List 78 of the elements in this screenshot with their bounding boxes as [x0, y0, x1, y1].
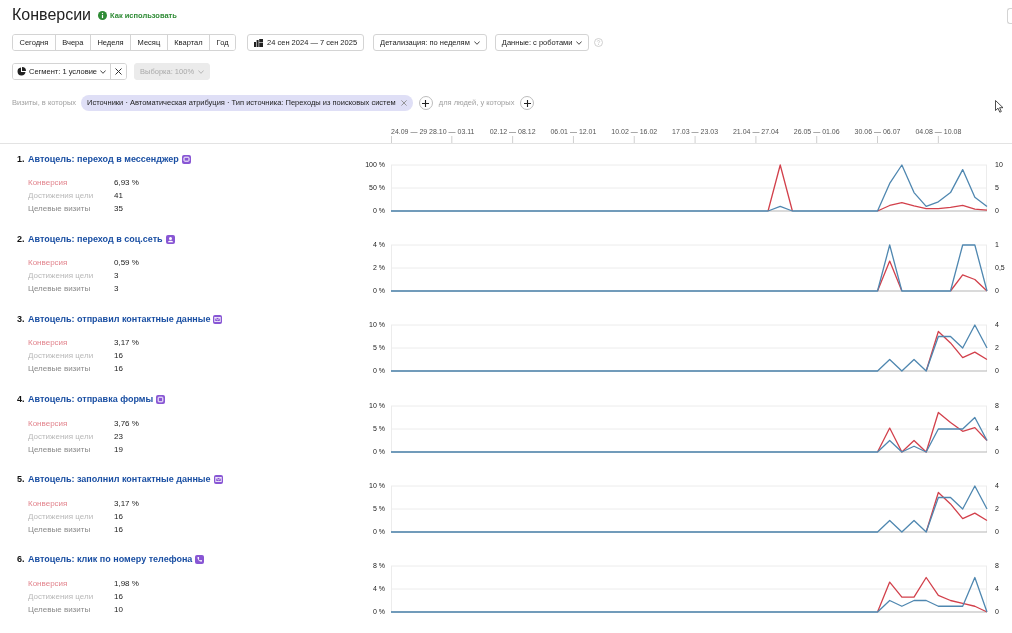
line-series — [390, 324, 988, 373]
goal-number: 5. — [17, 474, 26, 486]
line-series — [390, 164, 988, 212]
goal-number: 1. — [17, 153, 26, 165]
plus-icon — [523, 99, 531, 107]
stat-label: Конверсия — [28, 338, 69, 349]
line-series — [390, 576, 988, 613]
stat-value: 41 — [114, 191, 123, 201]
chat-icon — [181, 154, 191, 164]
chevron-down-icon — [576, 40, 583, 45]
stat-value: 1,98 % — [114, 578, 139, 589]
person-icon — [165, 234, 175, 244]
goal-number: 3. — [17, 313, 26, 325]
stat-value: 3 — [114, 271, 119, 282]
mail-icon — [213, 314, 223, 324]
stat-label: Целевые визиты — [28, 524, 92, 535]
stat-value: 19 — [114, 444, 123, 455]
pie-chart-icon — [17, 67, 26, 76]
goal-link[interactable]: Автоцель: переход в соц.сеть — [28, 233, 163, 245]
plus-icon — [422, 99, 430, 107]
stat-value: 0,59 % — [114, 258, 139, 269]
remove-segment-button[interactable] — [110, 64, 127, 79]
stat-label: Целевые визиты — [28, 284, 92, 295]
stat-label: Достижения цели — [28, 191, 95, 201]
chevron-down-icon — [198, 69, 205, 74]
close-icon — [400, 100, 407, 106]
goal-link[interactable]: Автоцель: заполнил контактные данные — [28, 474, 211, 486]
stat-value: 16 — [114, 364, 123, 375]
close-icon — [115, 68, 123, 75]
line-series — [876, 576, 988, 613]
chevron-down-icon — [100, 69, 107, 74]
add-people-condition-button[interactable] — [520, 96, 535, 110]
cursor-icon — [995, 100, 1004, 113]
stat-value: 6,93 % — [114, 178, 139, 188]
goal-link[interactable]: Автоцель: клик по номеру телефона — [28, 554, 193, 566]
grid-icon — [254, 38, 264, 47]
stat-value: 3 — [114, 284, 119, 295]
stat-label: Достижения цели — [28, 271, 95, 282]
stat-value: 3,76 % — [114, 418, 139, 429]
add-condition-button[interactable] — [418, 96, 433, 110]
stat-value: 16 — [114, 591, 123, 602]
stat-value: 23 — [114, 431, 123, 442]
line-series — [390, 485, 988, 533]
stat-label: Целевые визиты — [28, 364, 92, 375]
line-series — [876, 411, 988, 453]
page-title: Конверсии — [12, 5, 92, 25]
document-icon — [156, 395, 166, 405]
stat-value: 16 — [114, 511, 123, 522]
goal-link[interactable]: Автоцель: отправка формы — [28, 394, 154, 406]
stat-label: Целевые визиты — [28, 204, 92, 214]
stat-value: 35 — [114, 204, 123, 214]
stat-label: Конверсия — [28, 178, 69, 188]
stat-label: Целевые визиты — [28, 604, 92, 615]
phone-icon — [195, 555, 205, 565]
mail-icon — [213, 475, 223, 485]
stat-label: Достижения цели — [28, 591, 95, 602]
stat-label: Целевые визиты — [28, 444, 92, 455]
stat-label: Конверсия — [28, 258, 69, 269]
goal-link[interactable]: Автоцель: переход в мессенджер — [28, 153, 179, 165]
stat-label: Конверсия — [28, 418, 69, 429]
stat-value: 10 — [114, 604, 123, 615]
goal-number: 6. — [17, 554, 26, 566]
info-icon — [98, 11, 108, 20]
stat-label: Достижения цели — [28, 431, 95, 442]
goal-number: 2. — [17, 233, 26, 245]
line-series — [390, 416, 988, 453]
stat-label: Достижения цели — [28, 511, 95, 522]
stat-value: 16 — [114, 524, 123, 535]
chevron-down-icon — [473, 40, 480, 45]
stat-label: Достижения цели — [28, 351, 95, 362]
goal-link[interactable]: Автоцель: отправил контактные данные — [28, 313, 211, 325]
stat-label: Конверсия — [28, 578, 69, 589]
stat-value: 16 — [114, 351, 123, 362]
goal-number: 4. — [17, 394, 26, 406]
help-icon — [594, 38, 604, 47]
stat-value: 3,17 % — [114, 498, 139, 509]
stat-label: Конверсия — [28, 498, 69, 509]
stat-value: 3,17 % — [114, 338, 139, 349]
